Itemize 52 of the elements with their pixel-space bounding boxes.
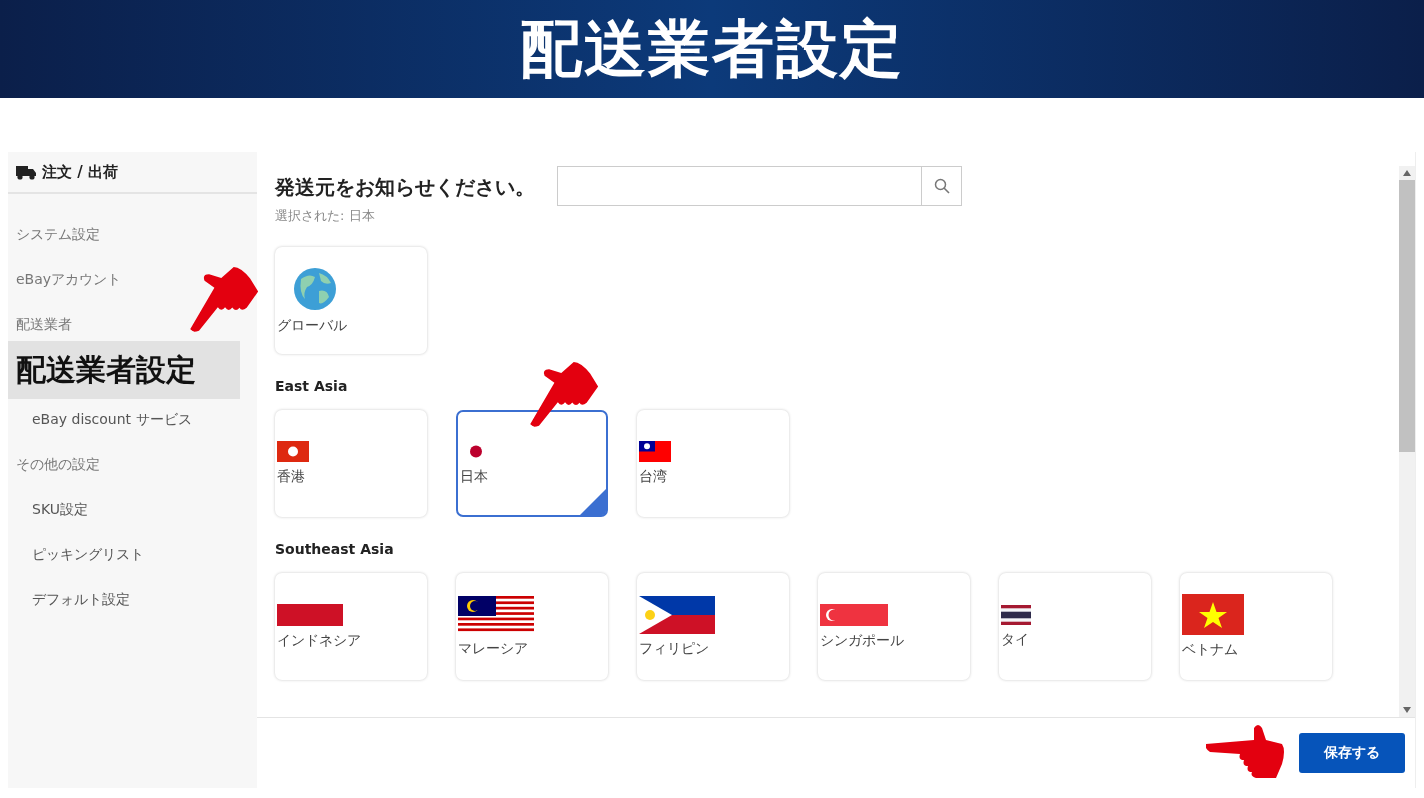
search-icon [933,178,950,194]
country-name: フィリピン [639,639,709,658]
country-card[interactable]: 日本 [456,410,608,517]
flag-icon [639,595,715,634]
country-name: タイ [1001,630,1029,649]
country-name: インドネシア [277,631,361,650]
flag-icon [820,603,888,626]
country-card[interactable]: 香港 [275,410,427,517]
country-name: 日本 [460,468,488,486]
flag-icon [1001,604,1031,625]
truck-icon [16,164,36,180]
sidebar-item[interactable]: システム設定 [8,212,257,257]
sidebar-item[interactable]: デフォルト設定 [8,577,257,622]
scroll-up-icon[interactable] [1403,170,1411,176]
country-card[interactable]: タイ [999,573,1151,680]
sidebar-header-text: 注文 / 出荷 [42,162,118,182]
sidebar-item[interactable]: その他の設定 [8,442,257,487]
selected-text: 選択された: 日本 [275,207,376,225]
country-name: マレーシア [458,639,528,658]
sidebar-item[interactable]: ピッキングリスト [8,532,257,577]
scrollbar[interactable] [1399,166,1415,718]
group-heading: Southeast Asia [275,541,395,557]
country-name: 台湾 [639,468,667,486]
sidebar-item[interactable]: SKU設定 [8,487,257,532]
country-card[interactable]: ベトナム [1180,573,1332,680]
sidebar-item[interactable]: eBay discount サービス [8,397,257,442]
sidebar-item[interactable]: eBayアカウント [8,257,257,302]
flag-icon [1182,594,1244,635]
search-field[interactable] [557,166,962,206]
country-card[interactable]: シンガポール [818,573,970,680]
page-heading: 発送元をお知らせください。 [275,174,535,201]
country-name: グローバル [277,316,347,335]
check-corner-icon [580,489,606,515]
country-name: シンガポール [820,631,904,650]
country-card[interactable]: インドネシア [275,573,427,680]
scroll-down-icon[interactable] [1403,707,1411,714]
group-heading: East Asia [275,378,349,394]
flag-icon [458,595,534,634]
scrollbar-thumb[interactable] [1399,180,1415,452]
banner-title: 配送業者設定 [520,11,904,87]
country-card[interactable]: フィリピン [637,573,789,680]
country-card[interactable]: マレーシア [456,573,608,680]
country-card[interactable]: 台湾 [637,410,789,517]
flag-icon [277,441,309,462]
flag-icon [639,441,671,462]
country-name: 香港 [277,468,305,486]
globe-icon [293,266,337,311]
country-name: ベトナム [1182,641,1238,659]
flag-icon [277,603,343,626]
country-card[interactable]: グローバル [275,247,427,354]
sidebar-item[interactable]: 配送業者設定 [8,341,240,399]
save-button[interactable]: 保存する [1299,733,1405,774]
